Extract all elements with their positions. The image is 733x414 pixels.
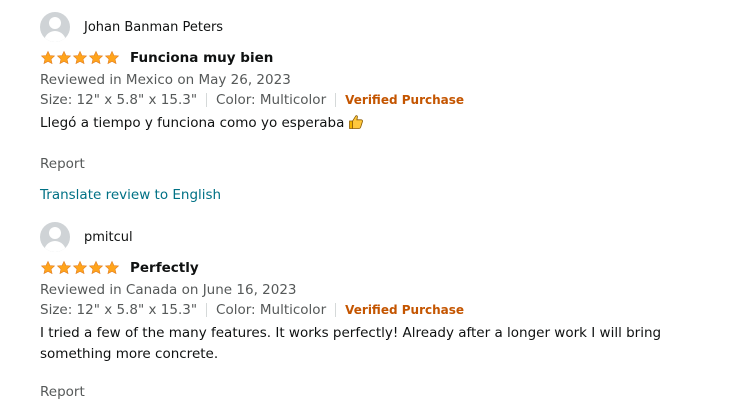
star-icon — [56, 260, 72, 276]
star-rating — [40, 50, 120, 66]
divider — [335, 93, 337, 107]
star-icon — [88, 260, 104, 276]
thumbs-up-icon — [348, 114, 364, 137]
avatar-icon — [40, 222, 70, 252]
variant-info: Size: 12" x 5.8" x 15.3" Color: Multicol… — [40, 90, 720, 110]
divider — [206, 93, 208, 107]
verified-purchase-badge: Verified Purchase — [345, 93, 465, 107]
star-rating — [40, 260, 120, 276]
star-icon — [104, 50, 120, 66]
color-variant[interactable]: Color: Multicolor — [216, 300, 326, 320]
reviewer-profile[interactable]: Johan Banman Peters — [40, 12, 720, 42]
color-variant[interactable]: Color: Multicolor — [216, 90, 326, 110]
verified-purchase-badge: Verified Purchase — [345, 303, 465, 317]
star-icon — [88, 50, 104, 66]
translate-review-link[interactable]: Translate review to English — [40, 185, 720, 205]
review-2: pmitcul Perfectly Reviewed in Canada on … — [40, 222, 720, 402]
star-icon — [104, 260, 120, 276]
variant-info: Size: 12" x 5.8" x 15.3" Color: Multicol… — [40, 300, 720, 320]
star-icon — [40, 50, 56, 66]
reviewer-name[interactable]: pmitcul — [84, 230, 133, 245]
star-icon — [56, 50, 72, 66]
review-body: Llegó a tiempo y funciona como yo espera… — [40, 113, 720, 137]
star-icon — [72, 260, 88, 276]
review-title[interactable]: Perfectly — [130, 260, 199, 276]
review-date: Reviewed in Mexico on May 26, 2023 — [40, 72, 291, 88]
size-variant[interactable]: Size: 12" x 5.8" x 15.3" — [40, 90, 197, 110]
review-text: Llegó a tiempo y funciona como yo espera… — [40, 115, 345, 131]
review-date: Reviewed in Canada on June 16, 2023 — [40, 282, 297, 298]
size-variant[interactable]: Size: 12" x 5.8" x 15.3" — [40, 300, 197, 320]
divider — [206, 303, 208, 317]
reviewer-name[interactable]: Johan Banman Peters — [84, 20, 223, 35]
report-link[interactable]: Report — [40, 154, 720, 174]
avatar-icon — [40, 12, 70, 42]
review-title[interactable]: Funciona muy bien — [130, 50, 273, 66]
divider — [335, 303, 337, 317]
review-body: I tried a few of the many features. It w… — [40, 325, 662, 362]
report-link[interactable]: Report — [40, 382, 720, 402]
star-icon — [72, 50, 88, 66]
reviewer-profile[interactable]: pmitcul — [40, 222, 720, 252]
review-1: Johan Banman Peters Funciona muy bien Re… — [40, 12, 720, 205]
star-icon — [40, 260, 56, 276]
